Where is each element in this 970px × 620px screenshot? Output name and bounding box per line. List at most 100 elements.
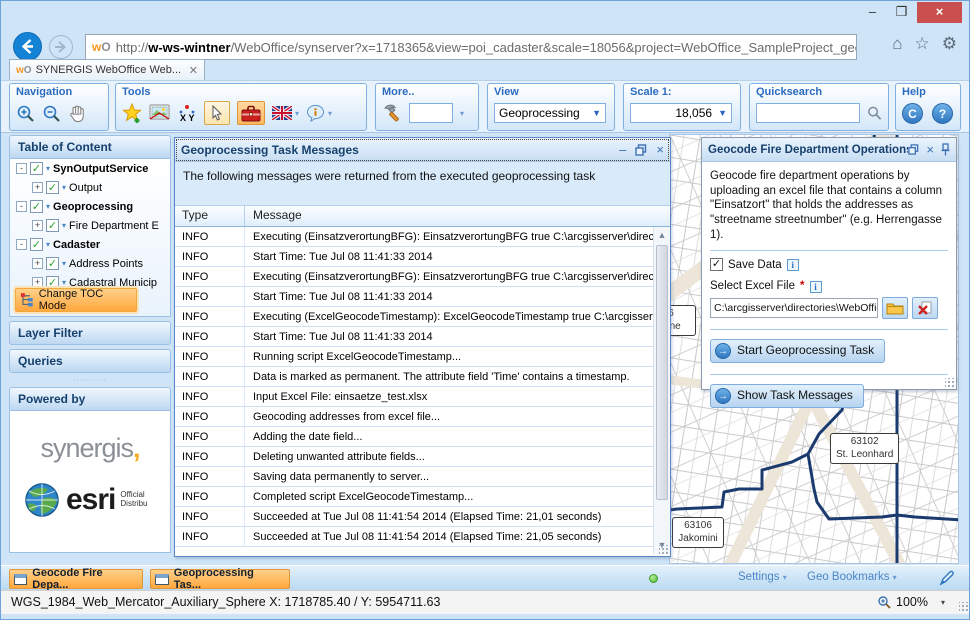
favorites-star-icon[interactable]: ☆ bbox=[915, 34, 930, 54]
panel-minimize-icon[interactable]: – bbox=[619, 142, 626, 157]
change-toc-mode-button[interactable]: Change TOC Mode bbox=[15, 288, 137, 312]
sidebar-section-powered-by: Powered by bbox=[9, 387, 171, 411]
start-geoprocessing-button[interactable]: → Start Geoprocessing Task bbox=[710, 339, 885, 363]
select-file-info-icon[interactable]: i bbox=[810, 281, 822, 293]
scrollbar-thumb[interactable] bbox=[656, 245, 668, 500]
toolbox-tool-button-active[interactable] bbox=[237, 101, 265, 125]
message-text-cell: Completed script ExcelGeocodeTimestamp..… bbox=[245, 487, 653, 506]
sidebar-splitter-handle[interactable]: ·········· bbox=[9, 377, 171, 385]
zoom-level-value[interactable]: 100% bbox=[896, 595, 928, 609]
settings-menu[interactable]: Settings ▾ bbox=[738, 571, 787, 583]
language-tool-button[interactable]: ▾ bbox=[272, 106, 299, 120]
scale-select[interactable]: 18,056 ▼ bbox=[630, 103, 732, 123]
layer-checkbox[interactable]: ✓ bbox=[46, 219, 59, 232]
tab-close-icon[interactable]: ✕ bbox=[189, 64, 198, 77]
task-button-geocode[interactable]: Geocode Fire Depa... bbox=[9, 569, 143, 589]
help-button[interactable]: ? bbox=[932, 103, 953, 124]
panel-close-icon[interactable]: × bbox=[656, 142, 664, 157]
tree-collapse-icon[interactable]: - bbox=[16, 239, 27, 250]
sidebar-section-layer-filter[interactable]: Layer Filter bbox=[9, 321, 171, 345]
browser-forward-button[interactable] bbox=[49, 35, 73, 59]
layer-checkbox[interactable]: ✓ bbox=[46, 181, 59, 194]
save-data-info-icon[interactable]: i bbox=[787, 259, 799, 271]
tree-expand-icon[interactable]: + bbox=[32, 220, 43, 231]
geo-bookmarks-menu[interactable]: Geo Bookmarks ▾ bbox=[807, 571, 897, 583]
toc-tree-item[interactable]: +✓▾Fire Department E bbox=[10, 216, 170, 235]
address-bar[interactable]: wO http://w-ws-wintner/WebOffice/synserv… bbox=[85, 34, 857, 60]
scroll-up-icon[interactable]: ▲ bbox=[654, 227, 670, 244]
excel-file-input[interactable]: C:\arcgisserver\directories\WebOffic bbox=[710, 298, 878, 318]
tree-expand-icon[interactable]: + bbox=[32, 182, 43, 193]
window-minimize-button[interactable]: – bbox=[859, 2, 886, 23]
browser-tab[interactable]: wO SYNERGIS WebOffice Web... ✕ bbox=[9, 59, 205, 80]
view-select[interactable]: Geoprocessing ▼ bbox=[494, 103, 606, 123]
clear-file-button[interactable] bbox=[912, 297, 938, 319]
layer-options-icon[interactable]: ▾ bbox=[62, 221, 66, 230]
toc-tree-item[interactable]: -✓▾SynOutputService bbox=[10, 159, 170, 178]
info-tool-button[interactable]: ▾ bbox=[306, 104, 332, 122]
message-row: INFOExecuting (EinsatzverortungBFG): Ein… bbox=[175, 267, 653, 287]
pin-icon[interactable] bbox=[941, 143, 950, 156]
toc-header[interactable]: Table of Content bbox=[9, 135, 171, 159]
messages-scrollbar[interactable]: ▲ ▼ bbox=[653, 227, 670, 554]
layer-options-icon[interactable]: ▾ bbox=[46, 240, 50, 249]
xy-coordinate-icon[interactable]: XY bbox=[177, 103, 197, 123]
layer-checkbox[interactable]: ✓ bbox=[30, 162, 43, 175]
home-icon[interactable]: ⌂ bbox=[892, 34, 902, 54]
geocode-panel-titlebar[interactable]: Geocode Fire Department Operations × bbox=[702, 138, 956, 162]
zoom-out-icon[interactable] bbox=[42, 104, 61, 123]
toc-tree-item[interactable]: -✓▾Cadaster bbox=[10, 235, 170, 254]
more-dropdown-icon[interactable]: ▾ bbox=[460, 109, 464, 118]
layer-checkbox[interactable]: ✓ bbox=[30, 238, 43, 251]
tree-collapse-icon[interactable]: - bbox=[16, 163, 27, 174]
panel-resize-grip[interactable] bbox=[659, 545, 669, 555]
toc-tree-item[interactable]: +✓▾Address Points bbox=[10, 254, 170, 273]
layer-options-icon[interactable]: ▾ bbox=[62, 183, 66, 192]
quicksearch-icon[interactable] bbox=[867, 105, 882, 121]
sidebar-section-queries[interactable]: Queries bbox=[9, 349, 171, 373]
layer-label: Fire Department E bbox=[69, 220, 159, 232]
zoom-dropdown-icon[interactable]: ▾ bbox=[941, 598, 945, 607]
add-poi-star-icon[interactable] bbox=[122, 103, 142, 123]
task-button-geoprocessing[interactable]: Geoprocessing Tas... bbox=[150, 569, 290, 589]
layer-checkbox[interactable]: ✓ bbox=[30, 200, 43, 213]
info-dropdown-icon[interactable]: ▾ bbox=[328, 109, 332, 118]
redline-pen-icon[interactable] bbox=[939, 570, 955, 586]
panel-close-icon[interactable]: × bbox=[926, 142, 934, 157]
save-data-checkbox[interactable]: ✓ bbox=[710, 258, 723, 271]
layer-options-icon[interactable]: ▾ bbox=[46, 164, 50, 173]
tree-expand-icon[interactable]: + bbox=[32, 258, 43, 269]
zoom-in-icon[interactable] bbox=[16, 104, 35, 123]
layer-options-icon[interactable]: ▾ bbox=[46, 202, 50, 211]
panel-restore-icon[interactable] bbox=[908, 144, 919, 155]
browse-folder-button[interactable] bbox=[882, 297, 908, 319]
quicksearch-input[interactable] bbox=[756, 103, 860, 123]
message-text-cell: Start Time: Tue Jul 08 11:41:33 2014 bbox=[245, 327, 653, 346]
browser-back-button[interactable] bbox=[13, 32, 42, 61]
more-tools-select[interactable] bbox=[409, 103, 453, 123]
pan-hand-icon[interactable] bbox=[68, 104, 86, 123]
layer-options-icon[interactable]: ▾ bbox=[62, 278, 66, 287]
settings-gear-icon[interactable]: ⚙ bbox=[942, 34, 957, 54]
column-header-type[interactable]: Type bbox=[175, 206, 245, 226]
toc-tree-item[interactable]: -✓▾Geoprocessing bbox=[10, 197, 170, 216]
layer-options-icon[interactable]: ▾ bbox=[62, 259, 66, 268]
select-tool-button[interactable] bbox=[204, 101, 230, 125]
language-dropdown-icon[interactable]: ▾ bbox=[295, 109, 299, 118]
window-maximize-button[interactable]: ❒ bbox=[888, 2, 915, 23]
column-header-message[interactable]: Message bbox=[245, 206, 670, 226]
toc-tree-item[interactable]: +✓▾Output bbox=[10, 178, 170, 197]
tree-expand-icon[interactable]: + bbox=[32, 277, 43, 288]
contact-button[interactable]: C bbox=[902, 103, 923, 124]
window-close-button[interactable]: × bbox=[917, 2, 962, 23]
layer-label: Output bbox=[69, 182, 102, 194]
tree-collapse-icon[interactable]: - bbox=[16, 201, 27, 212]
show-task-messages-button[interactable]: → Show Task Messages bbox=[710, 384, 864, 408]
panel-resize-grip[interactable] bbox=[945, 378, 955, 388]
send-map-image-icon[interactable] bbox=[149, 104, 170, 122]
layer-label: Cadastral Municip bbox=[69, 277, 157, 289]
layer-checkbox[interactable]: ✓ bbox=[46, 257, 59, 270]
messages-panel-titlebar[interactable]: Geoprocessing Task Messages – × bbox=[175, 138, 670, 162]
window-resize-grip[interactable] bbox=[959, 602, 969, 612]
panel-restore-icon[interactable] bbox=[635, 144, 647, 156]
